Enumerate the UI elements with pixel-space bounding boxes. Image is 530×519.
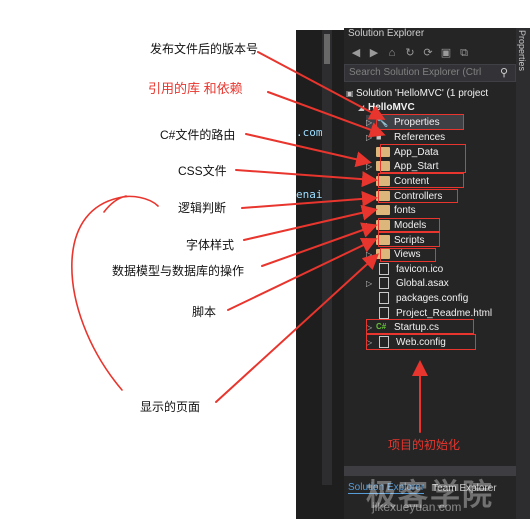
show-all-icon[interactable]: ⧉ — [458, 47, 470, 59]
highlight-box-controllers — [378, 189, 458, 203]
tree-item-label: Project_Readme.html — [396, 307, 493, 319]
editor-scroll-thumb[interactable] — [324, 34, 330, 64]
collapse-icon[interactable]: ▣ — [440, 47, 452, 59]
editor-scrollbar[interactable] — [322, 30, 332, 485]
annotation-fonts: 字体样式 — [186, 238, 235, 252]
properties-tab-label: Properties — [517, 30, 527, 72]
tree-item-label: Global.asax — [396, 277, 449, 289]
highlight-box-views — [380, 248, 436, 262]
annotation-scripts: 脚本 — [192, 305, 217, 319]
chevron-right-icon: ▷ — [366, 117, 373, 127]
code-fragment-2: enai — [296, 188, 323, 201]
search-placeholder: Search Solution Explorer (Ctrl — [349, 67, 482, 78]
code-editor-strip — [296, 30, 344, 519]
properties-side-tab[interactable] — [516, 28, 530, 519]
annotation-init: 项目的初始化 — [388, 438, 461, 452]
highlight-box-content — [378, 173, 464, 188]
highlight-box-app-folders — [380, 144, 466, 173]
file-icon — [379, 263, 389, 275]
annotation-version: 发布文件后的版本号 — [150, 42, 259, 56]
highlight-box-properties — [376, 114, 464, 130]
tree-item-project-readme[interactable]: Project_Readme.html — [376, 306, 492, 320]
annotation-views: 显示的页面 — [140, 400, 201, 414]
back-icon[interactable]: ◀ — [350, 47, 362, 59]
refresh-icon[interactable]: ⟳ — [422, 47, 434, 59]
solution-toolbar: ◀ ▶ ⌂ ↻ ⟳ ▣ ⧉ — [344, 44, 516, 62]
folder-icon — [376, 205, 390, 215]
chevron-right-icon: ▷ — [366, 191, 373, 201]
chevron-right-icon: ▷ — [366, 132, 373, 142]
tree-item-references[interactable]: ▷ ■ References — [366, 130, 445, 144]
annotation-route: C#文件的路由 — [160, 128, 236, 142]
solution-label: Solution 'HelloMVC' (1 project — [356, 87, 489, 99]
chevron-right-icon: ▷ — [366, 249, 373, 259]
html-file-icon — [379, 307, 389, 319]
highlight-box-models — [378, 218, 440, 232]
tree-item-label: References — [394, 131, 446, 143]
annotation-models: 数据模型与数据库的操作 — [112, 264, 245, 278]
expand-arrow-icon: ◢ — [358, 102, 365, 112]
tree-item-global-asax[interactable]: ▷ Global.asax — [366, 276, 449, 290]
chevron-right-icon: ▷ — [366, 220, 373, 230]
highlight-box-startup — [366, 319, 474, 334]
chevron-right-icon: ▷ — [366, 161, 373, 171]
search-icon[interactable]: ⚲ — [500, 66, 508, 79]
solution-icon: ▣ — [346, 88, 354, 98]
home-icon[interactable]: ⌂ — [386, 47, 398, 59]
code-fragment-1: .com — [296, 126, 323, 139]
chevron-right-icon: ▷ — [366, 278, 373, 288]
chevron-right-icon: ▷ — [366, 235, 373, 245]
solution-node[interactable]: ▣ Solution 'HelloMVC' (1 project — [346, 86, 488, 100]
tree-item-favicon[interactable]: favicon.ico — [376, 262, 443, 276]
tree-item-label: favicon.ico — [396, 263, 444, 275]
references-icon: ■ — [376, 132, 382, 142]
project-node[interactable]: ◢ HelloMVC — [358, 100, 415, 114]
file-icon — [379, 277, 389, 289]
chevron-right-icon: ▷ — [366, 205, 373, 215]
project-label: HelloMVC — [368, 101, 415, 113]
watermark-url: jikexueyuan.com — [372, 500, 462, 514]
config-file-icon — [379, 292, 389, 304]
forward-icon[interactable]: ▶ — [368, 47, 380, 59]
annotation-logic: 逻辑判断 — [178, 201, 227, 215]
highlight-box-webconfig — [366, 334, 476, 350]
panel-title: Solution Explorer — [348, 28, 425, 39]
tree-item-fonts[interactable]: ▷ fonts — [366, 203, 416, 217]
annotation-css: CSS文件 — [178, 164, 227, 178]
tree-item-label: packages.config — [396, 292, 469, 304]
highlight-box-scripts — [378, 232, 440, 247]
tree-item-label: fonts — [394, 204, 416, 216]
chevron-right-icon: ▷ — [366, 176, 373, 186]
annotation-references: 引用的库 和依赖 — [148, 81, 243, 96]
sync-icon[interactable]: ↻ — [404, 47, 416, 59]
tree-item-packages-config[interactable]: packages.config — [376, 291, 468, 305]
